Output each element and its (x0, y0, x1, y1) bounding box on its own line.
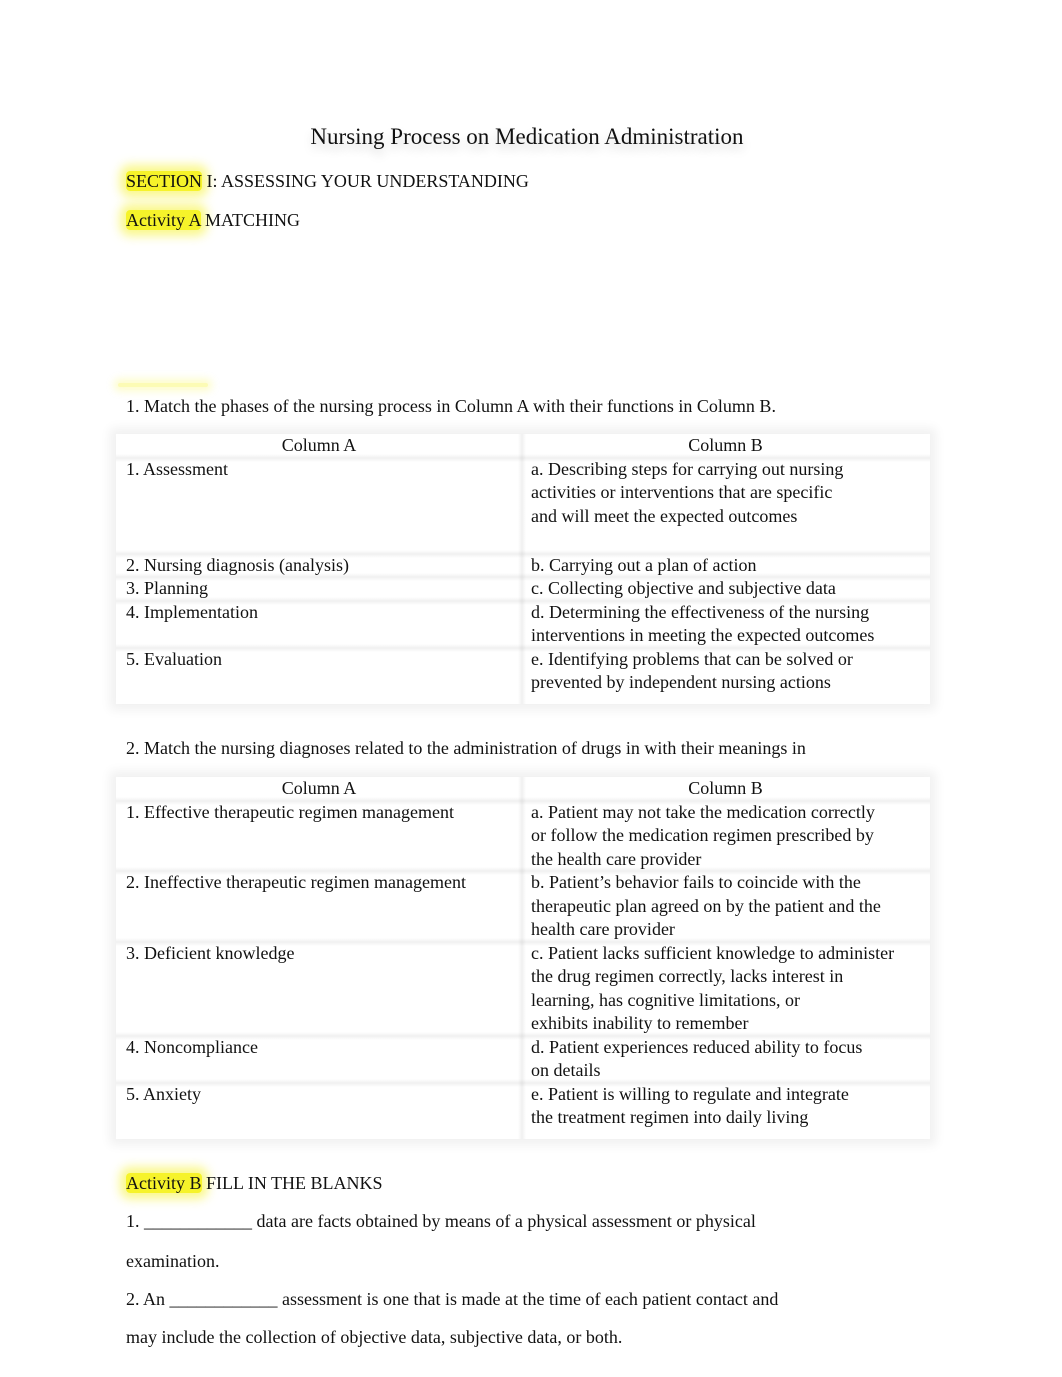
table-header-row: Column A Column B (116, 434, 930, 461)
table-row: 5. Anxiety e. Patient is willing to regu… (116, 1082, 930, 1139)
column-a-header: Column A (116, 434, 526, 458)
table-row: 1. Effective therapeutic regimen managem… (116, 800, 930, 875)
column-a-cell: 1. Assessment (116, 457, 526, 554)
cell-line: therapeutic plan agreed on by the patien… (531, 895, 881, 916)
matching-table-1: Column A Column B 1. Assessment a. Descr… (116, 434, 930, 704)
question-1-prompt: 1. Match the phases of the nursing proce… (126, 396, 776, 416)
cell-line: the health care provider (531, 848, 702, 869)
column-b-cell: e. Patient is willing to regulate and in… (522, 1083, 930, 1139)
column-a-cell: 5. Anxiety (116, 1082, 526, 1139)
table-row: 5. Evaluation e. Identifying problems th… (116, 647, 930, 704)
table-row: 4. Noncompliance d. Patient experiences … (116, 1035, 930, 1087)
matching-table-2: Column A Column B 1. Effective therapeut… (116, 777, 930, 1139)
fill-blank-prefix: 1. (126, 1211, 144, 1231)
column-a-cell: 3. Deficient knowledge (116, 941, 526, 1036)
column-b-cell: a. Describing steps for carrying out nur… (522, 458, 930, 554)
section-heading-highlight: SECTION (126, 171, 202, 191)
table-row: 4. Implementation d. Determining the eff… (116, 600, 930, 652)
cell-line: the drug regimen correctly, lacks intere… (531, 966, 844, 986)
column-a-header: Column A (116, 777, 526, 801)
column-b-header: Column B (688, 778, 763, 798)
cell-line: c. Collecting objective and subjective d… (531, 578, 836, 598)
answer-blank[interactable]: ____________ (144, 1211, 252, 1232)
column-b-cell: a. Patient may not take the medication c… (522, 801, 930, 872)
activity-b-text: FILL IN THE BLANKS (201, 1173, 383, 1193)
column-b-cell: c. Patient lacks sufficient knowledge to… (522, 942, 930, 1036)
cell-line: health care provider (531, 919, 675, 939)
page-title: Nursing Process on Medication Administra… (310, 124, 744, 149)
column-a-cell: 1. Effective therapeutic regimen managem… (116, 800, 526, 872)
cell-line: the treatment regimen into daily living (531, 1107, 809, 1127)
column-a-cell: 5. Evaluation (116, 647, 526, 704)
cell-line: b. Carrying out a plan of action (531, 554, 757, 575)
fill-blank-text: assessment is one that is made at the ti… (277, 1289, 779, 1309)
cell-line: activities or interventions that are spe… (531, 482, 833, 502)
cell-line: a. Patient may not take the medication c… (531, 801, 875, 822)
cell-line: a. Describing steps for carrying out nur… (531, 458, 844, 479)
cell-line: d. Determining the effectiveness of the … (531, 601, 870, 622)
column-b-cell: b. Patient’s behavior fails to coincide … (522, 871, 930, 942)
cell-line: e. Identifying problems that can be solv… (531, 648, 853, 669)
cell-line: e. Patient is willing to regulate and in… (531, 1083, 849, 1104)
table-row: 3. Planning c. Collecting objective and … (116, 577, 930, 604)
activity-a-text: MATCHING (200, 210, 301, 230)
cell-line: learning, has cognitive limitations, or (531, 989, 800, 1010)
table-header-row: Column A Column B (116, 777, 930, 804)
table-row: 1. Assessment a. Describing steps for ca… (116, 457, 930, 558)
activity-b-heading: Activity B FILL IN THE BLANKS (126, 1173, 383, 1194)
cell-line: or follow the medication regimen prescri… (531, 825, 874, 845)
column-b-cell: c. Collecting objective and subjective d… (522, 577, 930, 601)
cell-line: prevented by independent nursing actions (531, 672, 831, 692)
activity-a-highlight: Activity A (126, 210, 201, 230)
column-b-cell: e. Identifying problems that can be solv… (522, 648, 930, 704)
cell-line: on details (531, 1060, 601, 1080)
fill-blank-1-continuation: examination. (126, 1251, 220, 1271)
cell-line: interventions in meeting the expected ou… (531, 625, 875, 645)
cell-line: d. Patient experiences reduced ability t… (531, 1036, 863, 1057)
column-a-cell: 2. Nursing diagnosis (analysis) (116, 553, 526, 578)
fill-blank-2: 2. An ____________ assessment is one tha… (126, 1289, 778, 1310)
column-b-cell: d. Patient experiences reduced ability t… (522, 1036, 930, 1083)
column-a-cell: 2. Ineffective therapeutic regimen manag… (116, 871, 526, 942)
question-2-prompt: 2. Match the nursing diagnoses related t… (126, 738, 806, 758)
cell-line: and will meet the expected outcomes (531, 505, 798, 526)
cell-line: b. Patient’s behavior fails to coincide … (531, 872, 861, 892)
column-a-cell: 3. Planning (116, 577, 526, 601)
activity-a-heading: Activity A MATCHING (126, 210, 300, 231)
cell-line: c. Patient lacks sufficient knowledge to… (531, 942, 895, 963)
fill-blank-1: 1. ____________ data are facts obtained … (126, 1211, 756, 1232)
fill-blank-text: data are facts obtained by means of a ph… (252, 1211, 756, 1231)
column-b-header: Column B (688, 435, 763, 455)
table-row: 3. Deficient knowledge c. Patient lacks … (116, 941, 930, 1040)
answer-blank[interactable]: ____________ (170, 1289, 278, 1310)
column-b-cell: d. Determining the effectiveness of the … (522, 601, 930, 648)
activity-b-highlight: Activity B (126, 1173, 202, 1193)
column-b-cell: b. Carrying out a plan of action (522, 554, 930, 578)
fill-blank-2-continuation: may include the collection of objective … (126, 1327, 623, 1347)
table-row: 2. Ineffective therapeutic regimen manag… (116, 871, 930, 945)
cell-line: exhibits inability to remember (531, 1013, 749, 1033)
column-a-cell: 4. Noncompliance (116, 1035, 526, 1083)
section-heading-text: I: ASSESSING YOUR UNDERSTANDING (202, 171, 529, 191)
faint-highlight-mark (118, 383, 208, 387)
section-heading: SECTION I: ASSESSING YOUR UNDERSTANDING (126, 171, 529, 192)
table-row: 2. Nursing diagnosis (analysis) b. Carry… (116, 553, 930, 581)
fill-blank-prefix: 2. An (126, 1289, 170, 1309)
column-a-cell: 4. Implementation (116, 600, 526, 648)
